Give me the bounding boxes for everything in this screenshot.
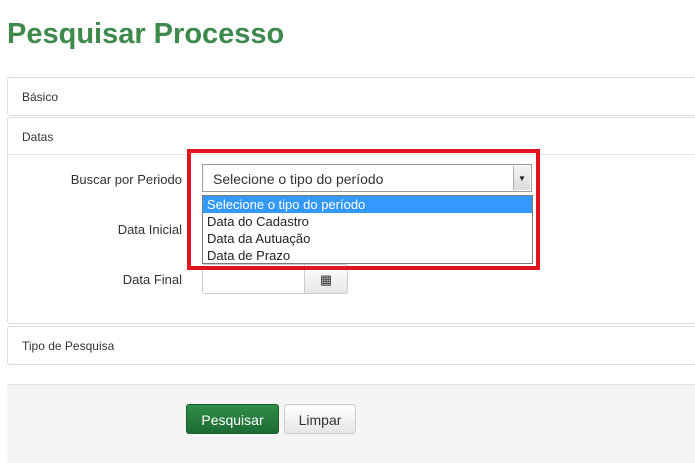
- page-title: Pesquisar Processo: [7, 18, 285, 50]
- data-final-label: Data Final: [122, 272, 182, 287]
- dropdown-option[interactable]: Data do Cadastro: [203, 213, 532, 230]
- pesquisar-button[interactable]: Pesquisar: [186, 404, 279, 434]
- limpar-button[interactable]: Limpar: [284, 404, 356, 434]
- buscar-por-periodo-label: Buscar por Periodo: [70, 172, 182, 187]
- periodo-select[interactable]: Selecione o tipo do período ▼: [202, 164, 532, 192]
- caret-down-icon[interactable]: ▼: [513, 166, 530, 190]
- panel-tipo-pesquisa-heading[interactable]: Tipo de Pesquisa: [8, 327, 695, 363]
- periodo-select-value: Selecione o tipo do período: [213, 171, 384, 187]
- panel-tipo-pesquisa[interactable]: Tipo de Pesquisa: [7, 326, 695, 365]
- data-inicial-label: Data Inicial: [117, 222, 182, 237]
- periodo-dropdown-list: Selecione o tipo do período Data do Cada…: [202, 195, 533, 264]
- dropdown-option[interactable]: Data da Autuação: [203, 230, 532, 247]
- dropdown-option[interactable]: Data de Prazo: [203, 247, 532, 264]
- panel-basico-heading[interactable]: Básico: [8, 78, 695, 114]
- panel-basico[interactable]: Básico: [7, 77, 695, 116]
- calendar-icon: ▦: [319, 271, 333, 287]
- dropdown-option[interactable]: Selecione o tipo do período: [203, 196, 532, 213]
